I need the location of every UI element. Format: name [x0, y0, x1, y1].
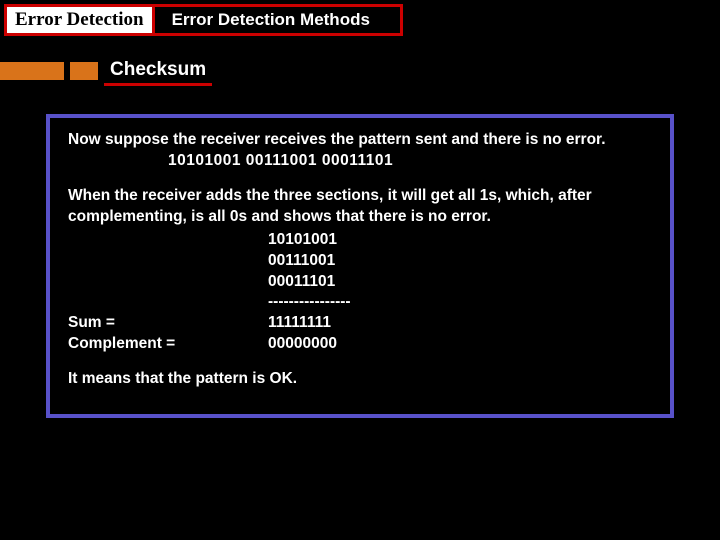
subheader-label: Checksum [104, 57, 212, 86]
calc-block: 10101001 00111001 00011101 -------------… [68, 230, 652, 356]
calc-row-2: 00111001 [68, 251, 652, 272]
calc-row-1: 10101001 [68, 230, 652, 251]
explanation-text: When the receiver adds the three section… [68, 186, 652, 228]
calc-divider: ---------------- [68, 292, 652, 313]
title-left: Error Detection [4, 4, 155, 36]
subheader-bar: Checksum [0, 56, 720, 86]
decor-block-small [70, 62, 98, 80]
conclusion-text: It means that the pattern is OK. [68, 369, 652, 390]
calc-sum-label: Sum = [68, 313, 268, 334]
header-bar: Error Detection Error Detection Methods [0, 0, 720, 38]
calc-comp-value: 00000000 [268, 334, 337, 355]
calc-comp-label: Complement = [68, 334, 268, 355]
calc-comp-row: Complement = 00000000 [68, 334, 652, 355]
content-panel: Now suppose the receiver receives the pa… [46, 114, 674, 418]
calc-row-3: 00011101 [68, 272, 652, 293]
pattern-line: 10101001 00111001 00011101 [68, 151, 652, 172]
title-right: Error Detection Methods [149, 4, 403, 36]
decor-block [0, 62, 64, 80]
calc-sum-value: 11111111 [268, 313, 331, 334]
intro-text: Now suppose the receiver receives the pa… [68, 130, 652, 151]
calc-sum-row: Sum = 11111111 [68, 313, 652, 334]
